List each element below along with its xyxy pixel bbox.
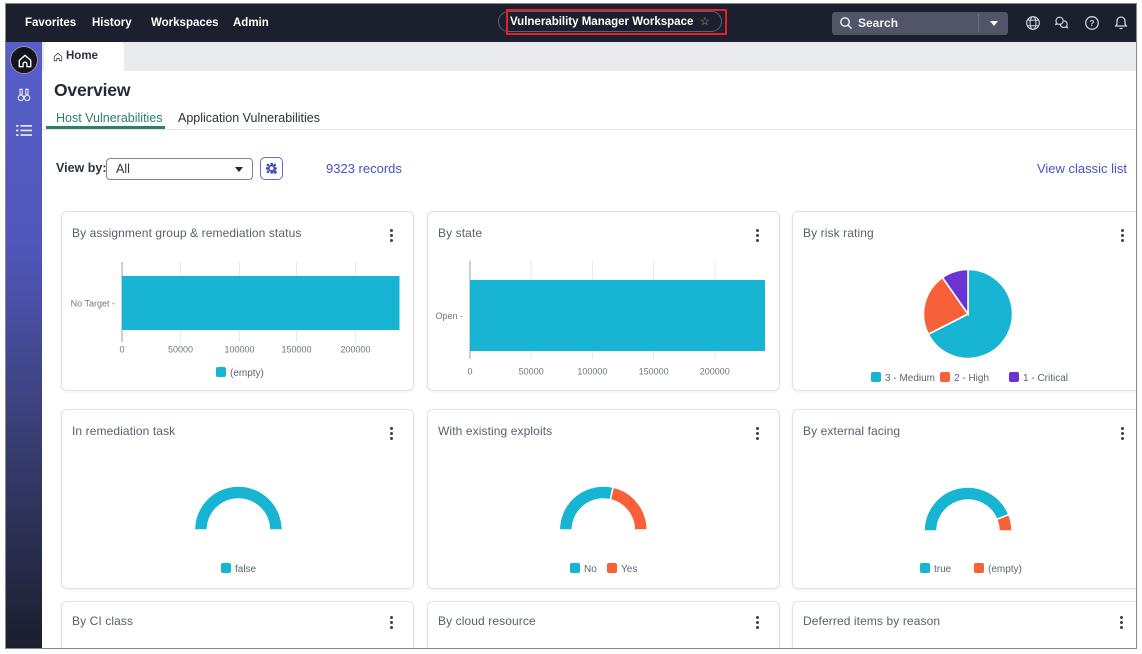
svg-text:50000: 50000 — [519, 367, 544, 377]
svg-text:150000: 150000 — [281, 345, 311, 355]
svg-text:No Target -: No Target - — [71, 299, 115, 309]
svg-text:100000: 100000 — [577, 367, 607, 377]
svg-text:200000: 200000 — [340, 345, 370, 355]
svg-text:150000: 150000 — [639, 367, 669, 377]
svg-text:200000: 200000 — [700, 367, 730, 377]
svg-text:0: 0 — [119, 345, 124, 355]
svg-text:0: 0 — [467, 367, 472, 377]
svg-text:Open -: Open - — [435, 311, 463, 321]
svg-text:50000: 50000 — [168, 345, 193, 355]
svg-text:?: ? — [1089, 18, 1094, 28]
svg-text:100000: 100000 — [224, 345, 254, 355]
